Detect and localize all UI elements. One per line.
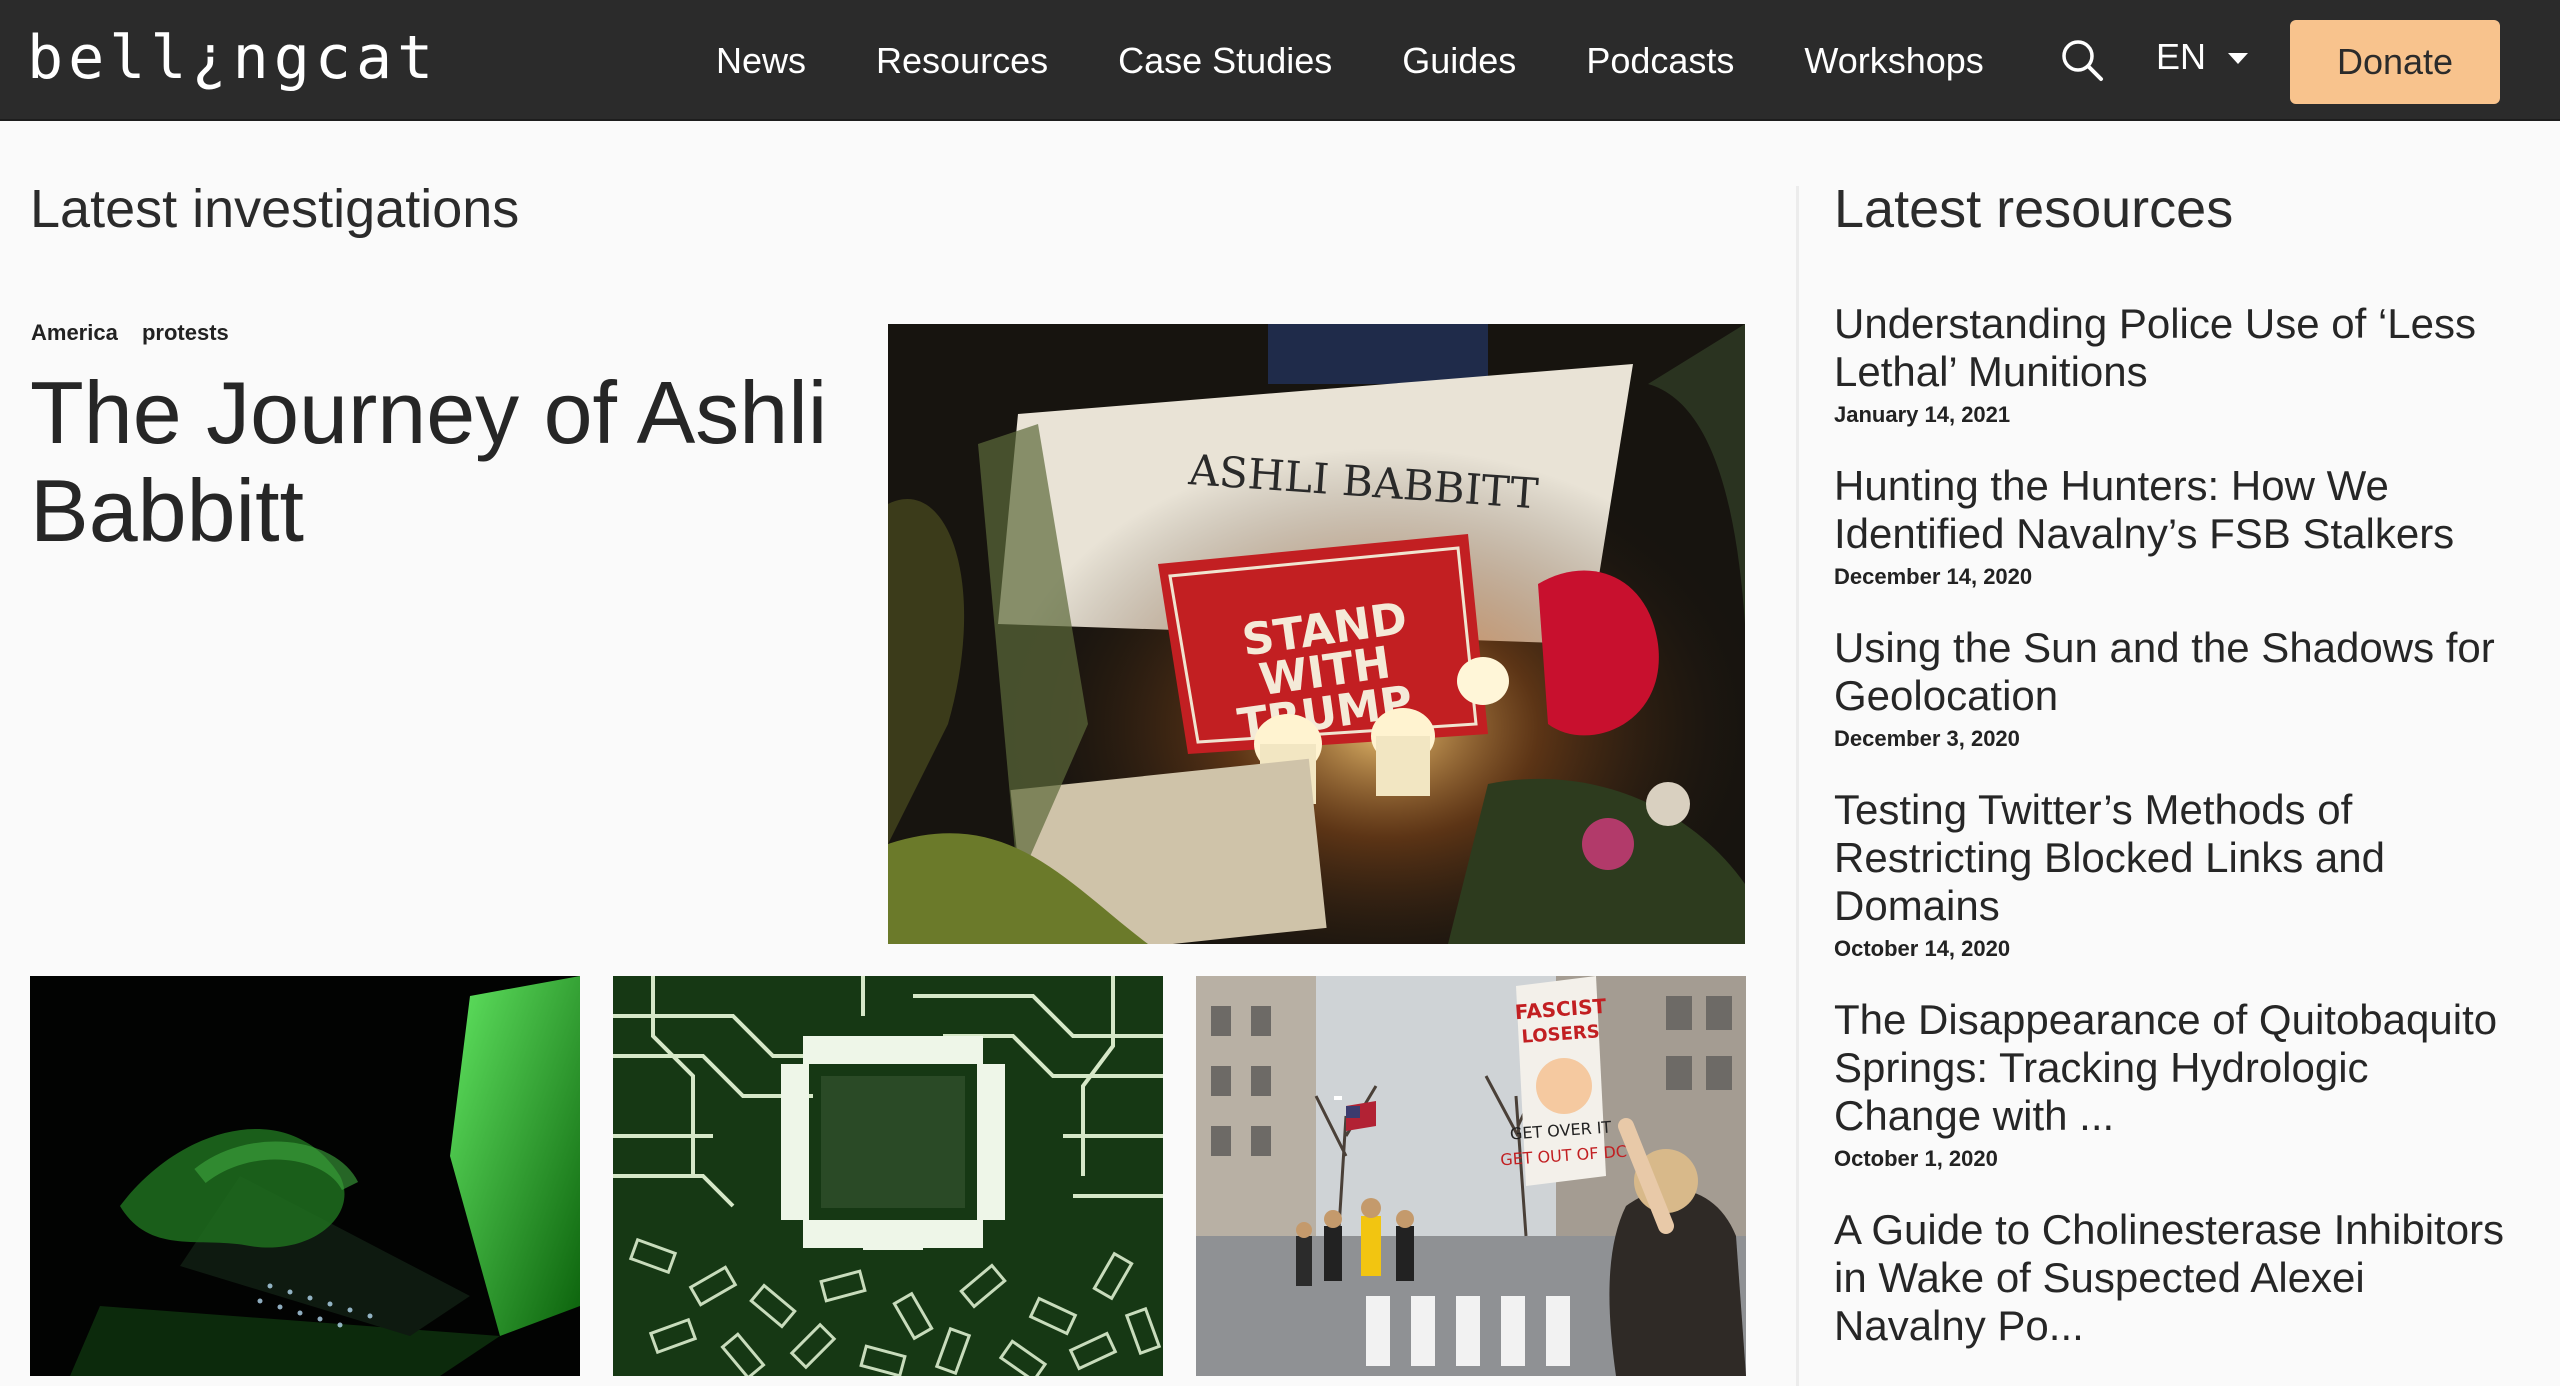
language-label: EN: [2156, 36, 2207, 77]
main-nav: News Resources Case Studies Guides Podca…: [716, 0, 1984, 121]
resource-date: October 14, 2020: [1834, 936, 2011, 961]
article-thumbnail-protest[interactable]: FASCIST LOSERS GET OVER IT GET OUT OF DC: [1196, 976, 1746, 1376]
chevron-down-icon: [2228, 52, 2249, 64]
list-item[interactable]: A Guide to Cholinesterase Inhibitors in …: [1834, 1206, 2514, 1350]
nav-workshops[interactable]: Workshops: [1804, 40, 1983, 82]
language-select[interactable]: EN: [2156, 36, 2249, 78]
nav-podcasts[interactable]: Podcasts: [1586, 40, 1734, 82]
resource-title[interactable]: Testing Twitter’s Methods of Restricting…: [1834, 786, 2514, 930]
feature-article-title[interactable]: The Journey of Ashli Babbitt: [30, 364, 830, 560]
resources-list: Understanding Police Use of ‘Less Lethal…: [1834, 300, 2514, 1384]
article-thumbnail-circuit[interactable]: [613, 976, 1163, 1376]
list-item[interactable]: The Disappearance of Quitobaquito Spring…: [1834, 996, 2514, 1172]
article-thumbnail-hacker[interactable]: [30, 976, 580, 1376]
investigations-heading: Latest investigations: [30, 179, 520, 239]
resource-title[interactable]: The Disappearance of Quitobaquito Spring…: [1834, 996, 2514, 1140]
feature-tags: America protests: [31, 320, 247, 346]
nav-news[interactable]: News: [716, 40, 806, 82]
resource-date: October 1, 2020: [1834, 1146, 1998, 1171]
resource-date: December 3, 2020: [1834, 726, 2020, 751]
resource-title[interactable]: Understanding Police Use of ‘Less Lethal…: [1834, 300, 2514, 396]
resource-title[interactable]: Hunting the Hunters: How We Identified N…: [1834, 462, 2514, 558]
resource-title[interactable]: Using the Sun and the Shadows for Geoloc…: [1834, 624, 2514, 720]
feature-article-image[interactable]: ASHLI BABBITT STAND WITH TRUMP: [888, 324, 1745, 944]
resource-date: January 14, 2021: [1834, 402, 2011, 427]
list-item[interactable]: Testing Twitter’s Methods of Restricting…: [1834, 786, 2514, 962]
list-item[interactable]: Using the Sun and the Shadows for Geoloc…: [1834, 624, 2514, 752]
site-header: bell¿ngcat News Resources Case Studies G…: [0, 0, 2560, 121]
donate-button[interactable]: Donate: [2290, 20, 2500, 104]
nav-guides[interactable]: Guides: [1402, 40, 1516, 82]
bellingcat-logo[interactable]: bell¿ngcat: [27, 22, 438, 94]
list-item[interactable]: Understanding Police Use of ‘Less Lethal…: [1834, 300, 2514, 428]
resource-title[interactable]: A Guide to Cholinesterase Inhibitors in …: [1834, 1206, 2514, 1350]
tag-protests[interactable]: protests: [142, 320, 229, 345]
nav-resources[interactable]: Resources: [876, 40, 1048, 82]
search-icon[interactable]: [2060, 38, 2104, 82]
nav-case-studies[interactable]: Case Studies: [1118, 40, 1332, 82]
column-divider: [1796, 186, 1799, 1386]
tag-america[interactable]: America: [31, 320, 118, 345]
resource-date: December 14, 2020: [1834, 564, 2033, 589]
list-item[interactable]: Hunting the Hunters: How We Identified N…: [1834, 462, 2514, 590]
resources-heading: Latest resources: [1834, 179, 2234, 239]
